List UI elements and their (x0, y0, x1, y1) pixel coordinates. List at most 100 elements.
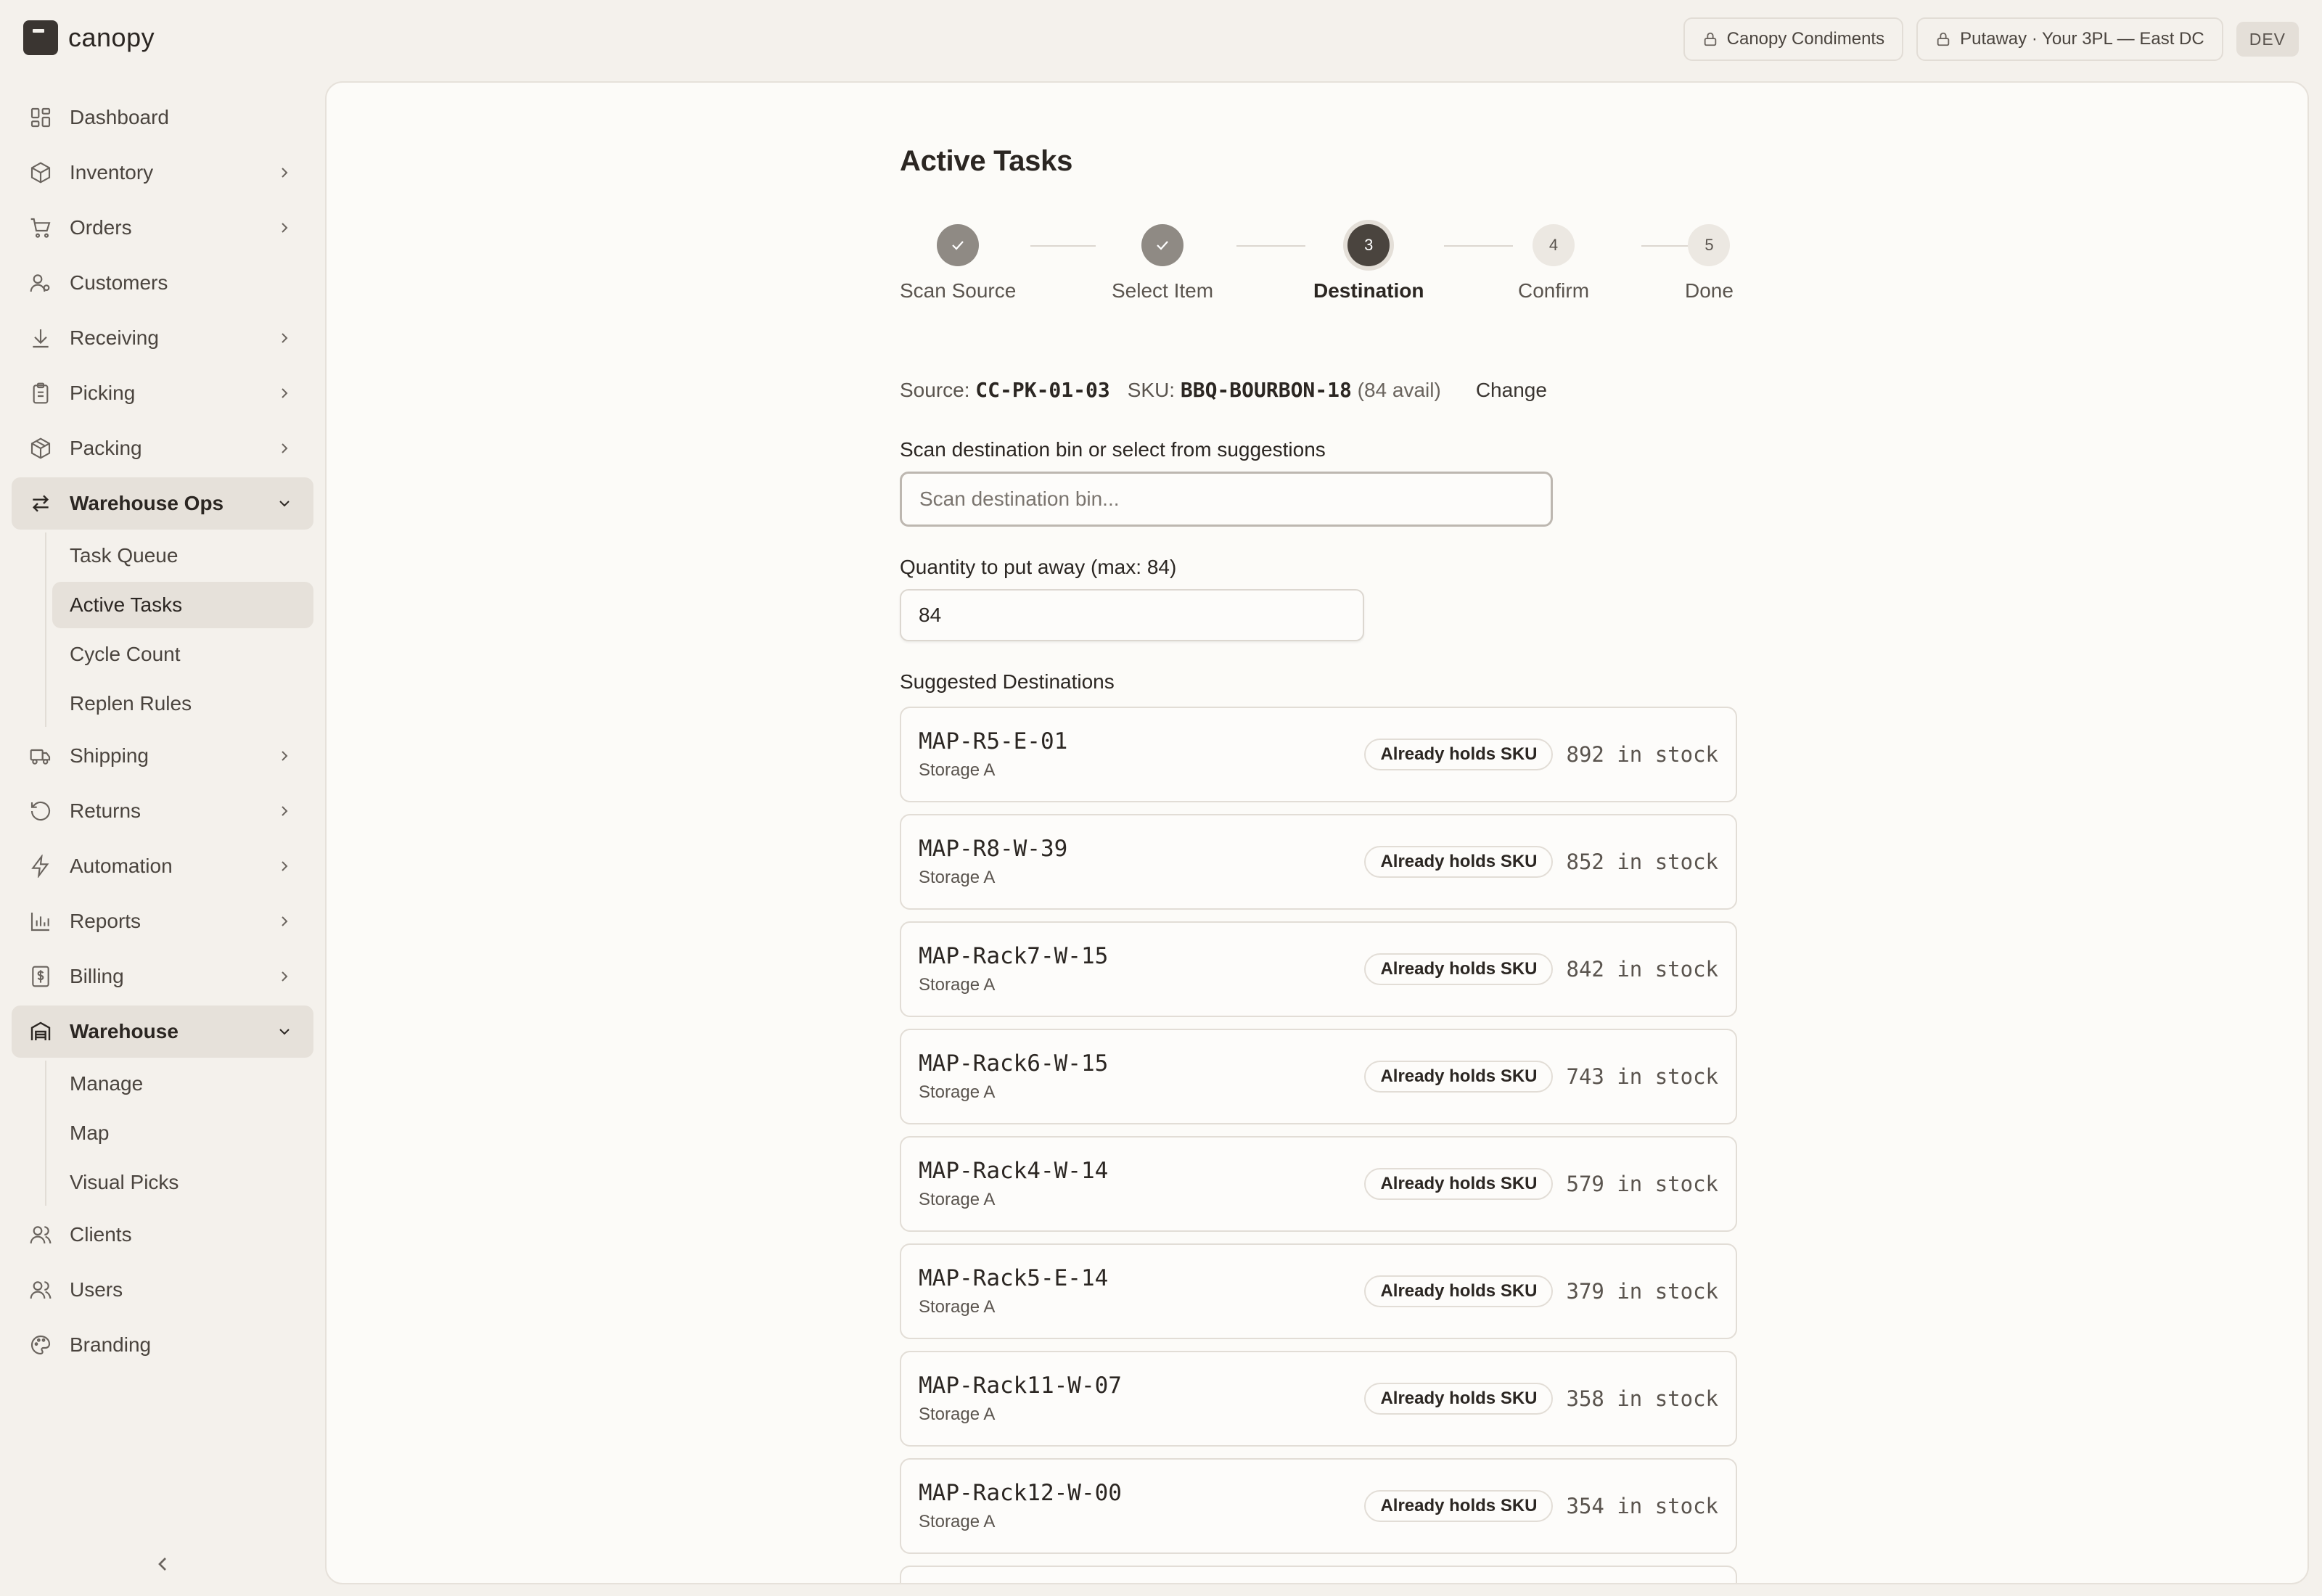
chevron-right-icon (282, 333, 288, 343)
step-select-item: Select Item (1112, 224, 1213, 303)
chevron-right-icon (282, 861, 288, 871)
sidebar-item-label: Inventory (70, 161, 154, 184)
collapse-sidebar-icon[interactable] (151, 1552, 174, 1576)
stock-count: 743 in stock (1566, 1064, 1718, 1089)
sidebar-item-receiving[interactable]: Receiving (12, 312, 313, 364)
sidebar-item-label: Picking (70, 382, 136, 404)
billing-icon (29, 965, 52, 988)
sidebar-item-automation[interactable]: Automation (12, 840, 313, 892)
subnav-manage[interactable]: Manage (52, 1061, 313, 1107)
chevron-right-icon (282, 223, 288, 233)
destination-meta: Already holds SKU 852 in stock (1364, 846, 1718, 878)
subnav-active-tasks[interactable]: Active Tasks (52, 582, 313, 628)
holds-sku-badge: Already holds SKU (1364, 1168, 1554, 1200)
destination-card[interactable]: MAP-Rack5-E-14 Storage A Already holds S… (900, 1243, 1737, 1339)
sidebar-item-reports[interactable]: Reports (12, 895, 313, 947)
step-label: Done (1685, 279, 1734, 302)
step-done: 5 Done (1685, 224, 1734, 303)
warehouse-ops-subnav: Task Queue Active Tasks Cycle Count Repl… (35, 532, 313, 727)
sidebar-item-label: Shipping (70, 744, 149, 767)
sidebar-item-billing[interactable]: Billing (12, 950, 313, 1003)
logo-mark-icon (23, 20, 58, 55)
destination-meta: Already holds SKU 354 in stock (1364, 1490, 1718, 1522)
sidebar-item-label: Clients (70, 1223, 132, 1246)
context-selector[interactable]: Putaway · Your 3PL — East DC (1916, 17, 2223, 61)
source-label: Source: (900, 379, 970, 401)
users-icon (29, 1278, 52, 1301)
sidebar-item-shipping[interactable]: Shipping (12, 730, 313, 782)
source-bin: CC-PK-01-03 (975, 378, 1110, 402)
sidebar-item-customers[interactable]: Customers (12, 257, 313, 309)
client-name: Canopy Condiments (1726, 29, 1885, 49)
destination-card[interactable]: MAP-R8-W-39 Storage A Already holds SKU … (900, 814, 1737, 910)
quantity-input[interactable] (900, 589, 1364, 641)
lightning-icon (29, 855, 52, 878)
chevron-right-icon (282, 751, 288, 761)
subnav-map[interactable]: Map (52, 1110, 313, 1156)
download-icon (29, 326, 52, 350)
box-icon (29, 161, 52, 184)
destination-meta: Already holds SKU 892 in stock (1364, 739, 1718, 770)
destination-card[interactable]: MAP-Rack12-W-00 Storage A Already holds … (900, 1458, 1737, 1554)
change-button[interactable]: Change (1476, 379, 1547, 402)
step-label: Confirm (1518, 279, 1590, 302)
subnav-replen-rules[interactable]: Replen Rules (52, 680, 313, 727)
holds-sku-badge: Already holds SKU (1364, 739, 1554, 770)
subnav-task-queue[interactable]: Task Queue (52, 532, 313, 579)
holds-sku-badge: Already holds SKU (1364, 1490, 1554, 1522)
step-label: Scan Source (900, 279, 1017, 302)
destination-card[interactable]: MAP-Rack4-W-14 Storage A Already holds S… (900, 1136, 1737, 1232)
sidebar-item-branding[interactable]: Branding (12, 1319, 313, 1371)
step-label: Destination (1313, 279, 1424, 302)
sidebar-item-inventory[interactable]: Inventory (12, 147, 313, 199)
sidebar-item-dashboard[interactable]: Dashboard (12, 91, 313, 144)
subnav-cycle-count[interactable]: Cycle Count (52, 631, 313, 678)
step-connector (1236, 245, 1305, 247)
package-icon (29, 437, 52, 460)
sidebar-item-label: Billing (70, 965, 124, 987)
step-connector (1030, 245, 1096, 247)
stock-count: 842 in stock (1566, 957, 1718, 982)
header-controls: Canopy Condiments Putaway · Your 3PL — E… (1683, 17, 2299, 61)
truck-icon (29, 744, 52, 768)
destination-meta: Already holds SKU 358 in stock (1364, 1383, 1718, 1415)
destination-bin-input[interactable] (900, 472, 1553, 527)
putaway-content: Active Tasks Scan Source Select Item 3 D… (900, 145, 1737, 1583)
destination-card[interactable]: MAP-Rack7-W-15 Storage A Already holds S… (900, 921, 1737, 1017)
destination-card[interactable]: MAP-Rack11-W-07 Storage A Already holds … (900, 1351, 1737, 1447)
env-badge: DEV (2236, 22, 2299, 57)
sku-value: BBQ-BOURBON-18 (1180, 378, 1352, 402)
sidebar-item-label: Receiving (70, 326, 159, 349)
palette-icon (29, 1333, 52, 1357)
sidebar-item-label: Packing (70, 437, 142, 459)
returns-icon (29, 799, 52, 823)
lock-icon (1937, 32, 1950, 46)
destination-card-partial[interactable] (900, 1566, 1737, 1583)
sidebar-item-clients[interactable]: Clients (12, 1209, 313, 1261)
customer-icon (29, 271, 52, 295)
holds-sku-badge: Already holds SKU (1364, 1275, 1554, 1307)
step-confirm: 4 Confirm (1518, 224, 1589, 303)
sidebar-item-warehouse-ops[interactable]: Warehouse Ops (12, 477, 313, 530)
client-selector[interactable]: Canopy Condiments (1683, 17, 1904, 61)
chevron-right-icon (282, 806, 288, 816)
sidebar-item-picking[interactable]: Picking (12, 367, 313, 419)
warehouse-icon (29, 1020, 52, 1043)
dashboard-icon (29, 106, 52, 129)
destination-card[interactable]: MAP-R5-E-01 Storage A Already holds SKU … (900, 707, 1737, 802)
sidebar-item-orders[interactable]: Orders (12, 202, 313, 254)
step-number: 5 (1688, 224, 1731, 266)
chevron-down-icon (279, 501, 290, 507)
step-number: 3 (1347, 224, 1390, 266)
sidebar-item-label: Users (70, 1278, 123, 1301)
app-logo[interactable]: canopy (23, 20, 155, 55)
subnav-visual-picks[interactable]: Visual Picks (52, 1159, 313, 1206)
sidebar-item-warehouse[interactable]: Warehouse (12, 1005, 313, 1058)
chevron-right-icon (282, 443, 288, 453)
chevron-right-icon (282, 971, 288, 982)
suggested-destinations-label: Suggested Destinations (900, 670, 1115, 693)
sidebar-item-returns[interactable]: Returns (12, 785, 313, 837)
sidebar-item-users[interactable]: Users (12, 1264, 313, 1316)
destination-card[interactable]: MAP-Rack6-W-15 Storage A Already holds S… (900, 1029, 1737, 1124)
sidebar-item-packing[interactable]: Packing (12, 422, 313, 474)
